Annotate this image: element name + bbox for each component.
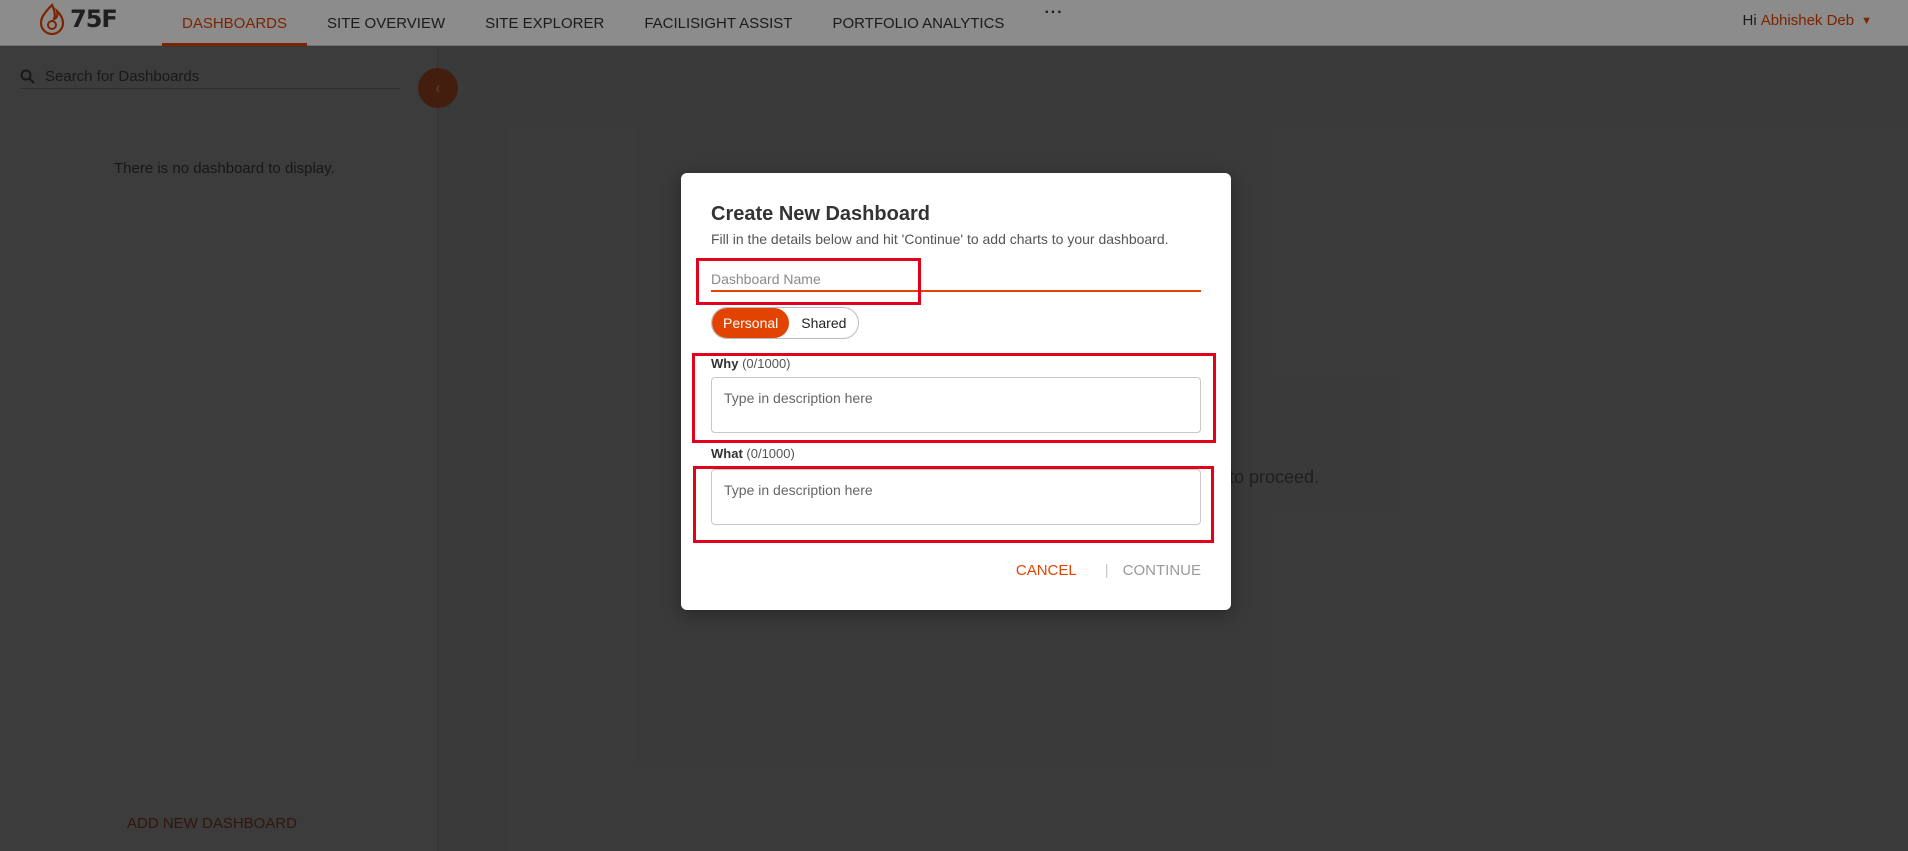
annotation-box-name <box>696 258 921 305</box>
annotation-box-what <box>693 466 1214 543</box>
toggle-shared[interactable]: Shared <box>789 308 858 338</box>
modal-subtitle: Fill in the details below and hit 'Conti… <box>711 231 1169 247</box>
what-label: What (0/1000) <box>711 446 795 461</box>
visibility-toggle: Personal Shared <box>711 307 860 339</box>
annotation-box-why <box>692 353 1216 443</box>
cancel-button[interactable]: CANCEL <box>1016 562 1077 579</box>
what-char-count: (0/1000) <box>746 446 795 461</box>
modal-actions: CANCEL | CONTINUE <box>1016 562 1201 579</box>
toggle-personal[interactable]: Personal <box>712 308 790 338</box>
modal-title: Create New Dashboard <box>711 203 930 225</box>
what-label-text: What <box>711 446 743 461</box>
continue-button[interactable]: CONTINUE <box>1123 562 1201 579</box>
action-divider: | <box>1104 562 1109 579</box>
